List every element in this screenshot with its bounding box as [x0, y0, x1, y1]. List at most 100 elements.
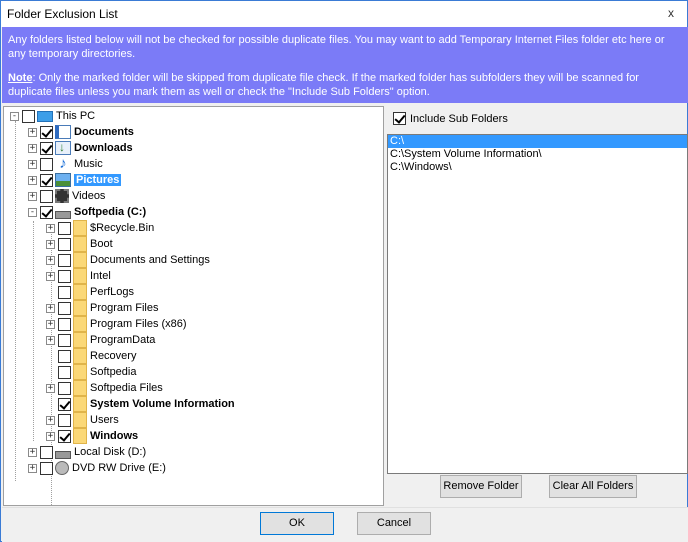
tree-node-checkbox[interactable]	[58, 333, 71, 347]
tree-node-checkbox[interactable]	[40, 205, 53, 219]
tree-node-checkbox[interactable]	[58, 221, 71, 235]
tree-node-label[interactable]: Videos	[72, 190, 105, 202]
folder-tree[interactable]: - This PC + Documents + Downloads + ♪ Music + Pict…	[3, 106, 384, 506]
tree-node-label[interactable]: Documents	[74, 126, 134, 138]
expand-icon[interactable]: +	[46, 255, 55, 265]
tree-node-label[interactable]: Softpedia Files	[90, 382, 163, 394]
tree-node[interactable]: + Program Files	[46, 300, 158, 316]
tree-node-checkbox[interactable]	[58, 253, 71, 267]
tree-node-label[interactable]: Recovery	[90, 350, 136, 362]
tree-node[interactable]: System Volume Information	[46, 396, 235, 412]
tree-node[interactable]: + Videos	[28, 188, 105, 204]
tree-node[interactable]: + ProgramData	[46, 332, 155, 348]
tree-node-checkbox[interactable]	[58, 429, 71, 443]
expand-icon[interactable]: +	[46, 335, 55, 345]
tree-node-checkbox[interactable]	[58, 349, 71, 363]
close-icon[interactable]: x	[661, 4, 681, 22]
tree-node-label[interactable]: Softpedia	[90, 366, 136, 378]
tree-node[interactable]: + Documents and Settings	[46, 252, 210, 268]
expand-icon[interactable]: +	[28, 191, 37, 201]
tree-node[interactable]: + Boot	[46, 236, 113, 252]
tree-node-checkbox[interactable]	[40, 141, 53, 155]
tree-node-checkbox[interactable]	[22, 109, 35, 123]
tree-node-checkbox[interactable]	[40, 173, 53, 187]
tree-node-checkbox[interactable]	[58, 397, 71, 411]
tree-node-checkbox[interactable]	[40, 189, 53, 203]
expand-icon[interactable]: +	[46, 223, 55, 233]
tree-node-checkbox[interactable]	[40, 125, 53, 139]
expand-icon[interactable]: +	[28, 143, 37, 153]
expand-icon[interactable]: +	[28, 159, 37, 169]
tree-node-label[interactable]: System Volume Information	[90, 398, 235, 410]
include-sub-folders-checkbox[interactable]	[393, 112, 406, 125]
cancel-button[interactable]: Cancel	[357, 512, 431, 535]
list-item[interactable]: C:\System Volume Information\	[388, 148, 687, 161]
list-item[interactable]: C:\	[388, 135, 687, 148]
expand-icon[interactable]: +	[46, 303, 55, 313]
tree-node-label[interactable]: $Recycle.Bin	[90, 222, 154, 234]
tree-node-label[interactable]: Pictures	[74, 174, 122, 186]
expand-icon[interactable]: +	[46, 431, 55, 441]
tree-node-checkbox[interactable]	[58, 317, 71, 331]
expand-icon[interactable]: +	[46, 271, 55, 281]
tree-node[interactable]: Softpedia	[46, 364, 136, 380]
include-sub-folders-option[interactable]: Include Sub Folders	[393, 112, 508, 125]
tree-node-checkbox[interactable]	[40, 445, 53, 459]
collapse-icon[interactable]: -	[28, 207, 37, 217]
tree-node-label[interactable]: This PC	[56, 110, 95, 122]
tree-node-label[interactable]: DVD RW Drive (E:)	[72, 462, 166, 474]
tree-node-label[interactable]: Users	[90, 414, 119, 426]
tree-node-checkbox[interactable]	[58, 365, 71, 379]
tree-node[interactable]: + Local Disk (D:)	[28, 444, 146, 460]
tree-node-label[interactable]: ProgramData	[90, 334, 155, 346]
expand-icon[interactable]: +	[46, 319, 55, 329]
tree-node-checkbox[interactable]	[58, 237, 71, 251]
tree-node[interactable]: + Downloads	[28, 140, 133, 156]
tree-node-label[interactable]: Music	[74, 158, 103, 170]
tree-node-checkbox[interactable]	[58, 301, 71, 315]
tree-node[interactable]: + Softpedia Files	[46, 380, 163, 396]
tree-node[interactable]: + Windows	[46, 428, 138, 444]
expand-icon[interactable]: +	[28, 447, 37, 457]
tree-node-checkbox[interactable]	[58, 413, 71, 427]
expand-icon[interactable]: +	[28, 127, 37, 137]
tree-node[interactable]: + ♪ Music	[28, 156, 103, 172]
tree-node[interactable]: - Softpedia (C:)	[28, 204, 146, 220]
tree-node-label[interactable]: Documents and Settings	[90, 254, 210, 266]
tree-node-label[interactable]: Windows	[90, 430, 138, 442]
tree-node[interactable]: - This PC	[10, 108, 95, 124]
tree-node[interactable]: Recovery	[46, 348, 136, 364]
tree-node-checkbox[interactable]	[58, 285, 71, 299]
clear-all-folders-button[interactable]: Clear All Folders	[549, 475, 637, 498]
tree-node[interactable]: + Users	[46, 412, 119, 428]
list-item[interactable]: C:\Windows\	[388, 161, 687, 174]
tree-node[interactable]: + Intel	[46, 268, 111, 284]
expand-icon[interactable]: +	[28, 463, 37, 473]
tree-node-checkbox[interactable]	[40, 157, 53, 171]
tree-node-label[interactable]: Program Files	[90, 302, 158, 314]
tree-node[interactable]: PerfLogs	[46, 284, 134, 300]
expand-icon[interactable]: +	[46, 415, 55, 425]
tree-node-label[interactable]: PerfLogs	[90, 286, 134, 298]
ok-button[interactable]: OK	[260, 512, 334, 535]
remove-folder-button[interactable]: Remove Folder	[440, 475, 522, 498]
tree-node-label[interactable]: Local Disk (D:)	[74, 446, 146, 458]
tree-node[interactable]: + Pictures	[28, 172, 122, 188]
expand-icon[interactable]: +	[46, 383, 55, 393]
tree-node[interactable]: + Documents	[28, 124, 134, 140]
excluded-folders-list[interactable]: C:\ C:\System Volume Information\ C:\Windo…	[387, 134, 688, 474]
tree-node[interactable]: + $Recycle.Bin	[46, 220, 154, 236]
tree-node[interactable]: + Program Files (x86)	[46, 316, 187, 332]
tree-node-label[interactable]: Boot	[90, 238, 113, 250]
tree-node-label[interactable]: Softpedia (C:)	[74, 206, 146, 218]
expand-icon[interactable]: +	[46, 239, 55, 249]
expand-icon[interactable]: +	[28, 175, 37, 185]
tree-node-checkbox[interactable]	[40, 461, 53, 475]
tree-node-checkbox[interactable]	[58, 381, 71, 395]
tree-node-checkbox[interactable]	[58, 269, 71, 283]
tree-node-label[interactable]: Downloads	[74, 142, 133, 154]
tree-node[interactable]: + DVD RW Drive (E:)	[28, 460, 166, 476]
collapse-icon[interactable]: -	[10, 111, 19, 121]
tree-node-label[interactable]: Program Files (x86)	[90, 318, 187, 330]
tree-node-label[interactable]: Intel	[90, 270, 111, 282]
